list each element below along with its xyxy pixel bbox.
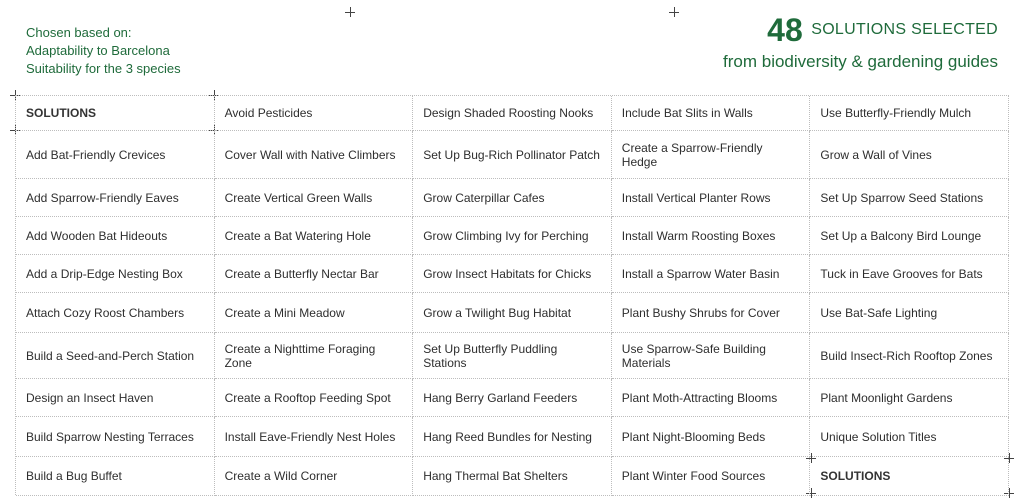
table-cell: Create Vertical Green Walls — [214, 179, 414, 217]
table-cell: Build a Bug Buffet — [16, 457, 215, 496]
table-cell: Set Up a Balcony Bird Lounge — [810, 217, 1009, 255]
table-cell: Add a Drip-Edge Nesting Box — [16, 255, 215, 293]
table-cell: Add Wooden Bat Hideouts — [16, 217, 215, 255]
crosshair-mark-icon — [669, 7, 679, 17]
crosshair-mark-icon — [345, 7, 355, 17]
table-cell: Create a Butterfly Nectar Bar — [214, 255, 414, 293]
table-cell: Plant Night-Blooming Beds — [611, 417, 811, 457]
table-cell: Grow Caterpillar Cafes — [413, 179, 612, 217]
table-cell: Add Bat-Friendly Crevices — [16, 131, 215, 179]
table-cell: Tuck in Eave Grooves for Bats — [810, 255, 1009, 293]
table-cell: Cover Wall with Native Climbers — [214, 131, 414, 179]
table-cell: Create a Wild Corner — [214, 457, 414, 496]
table-cell: Set Up Sparrow Seed Stations — [810, 179, 1009, 217]
table-cell: Grow Climbing Ivy for Perching — [413, 217, 612, 255]
headline: 48 SOLUTIONS SELECTED from biodiversity … — [723, 10, 998, 74]
table-cell: Create a Bat Watering Hole — [214, 217, 414, 255]
table-cell: Use Bat-Safe Lighting — [810, 293, 1009, 333]
table-cell: Include Bat Slits in Walls — [611, 96, 811, 131]
table-cell: Grow a Wall of Vines — [810, 131, 1009, 179]
table-cell: Plant Moth-Attracting Blooms — [611, 379, 811, 417]
criteria-adaptability: Adaptability to Barcelona — [26, 43, 170, 58]
table-cell: Design an Insect Haven — [16, 379, 215, 417]
headline-main: 48 SOLUTIONS SELECTED — [723, 10, 998, 50]
table-cell: Build Insect-Rich Rooftop Zones — [810, 333, 1009, 379]
table-cell: Install Eave-Friendly Nest Holes — [214, 417, 414, 457]
table-cell: Add Sparrow-Friendly Eaves — [16, 179, 215, 217]
table-cell: Set Up Butterfly Puddling Stations — [413, 333, 612, 379]
table-cell: Create a Mini Meadow — [214, 293, 414, 333]
solutions-count: 48 — [767, 12, 803, 48]
headline-source: from biodiversity & gardening guides — [723, 52, 998, 72]
table-cell: Plant Moonlight Gardens — [810, 379, 1009, 417]
table-cell: Create a Nighttime Foraging Zone — [214, 333, 414, 379]
table-cell: Use Sparrow-Safe Building Materials — [611, 333, 811, 379]
table-cell: Create a Rooftop Feeding Spot — [214, 379, 414, 417]
table-cell: Unique Solution Titles — [810, 417, 1009, 457]
table-cell: Install Warm Roosting Boxes — [611, 217, 811, 255]
criteria-intro: Chosen based on: — [26, 25, 132, 40]
table-cell: Grow a Twilight Bug Habitat — [413, 293, 612, 333]
table-cell: Plant Bushy Shrubs for Cover — [611, 293, 811, 333]
selection-criteria: Chosen based on: Adaptability to Barcelo… — [26, 24, 181, 78]
table-cell: Hang Thermal Bat Shelters — [413, 457, 612, 496]
table-cell: Build Sparrow Nesting Terraces — [16, 417, 215, 457]
table-cell: Hang Berry Garland Feeders — [413, 379, 612, 417]
table-cell: Attach Cozy Roost Chambers — [16, 293, 215, 333]
table-cell: Grow Insect Habitats for Chicks — [413, 255, 612, 293]
table-cell: Hang Reed Bundles for Nesting — [413, 417, 612, 457]
table-cell: Plant Winter Food Sources — [611, 457, 811, 496]
table-cell: Build a Seed-and-Perch Station — [16, 333, 215, 379]
criteria-suitability: Suitability for the 3 species — [26, 61, 181, 76]
table-cell: Create a Sparrow-Friendly Hedge — [611, 131, 811, 179]
solutions-label: SOLUTIONS SELECTED — [811, 21, 998, 38]
table-header-cell: SOLUTIONS — [16, 96, 215, 131]
table-cell: Set Up Bug-Rich Pollinator Patch — [413, 131, 612, 179]
table-cell: Install Vertical Planter Rows — [611, 179, 811, 217]
table-cell: Design Shaded Roosting Nooks — [413, 96, 612, 131]
table-footer-cell: SOLUTIONS — [810, 457, 1009, 496]
table-cell: Install a Sparrow Water Basin — [611, 255, 811, 293]
table-cell: Use Butterfly-Friendly Mulch — [810, 96, 1009, 131]
table-cell: Avoid Pesticides — [214, 96, 414, 131]
solutions-table: SOLUTIONS Avoid Pesticides Design Shaded… — [15, 95, 1009, 496]
